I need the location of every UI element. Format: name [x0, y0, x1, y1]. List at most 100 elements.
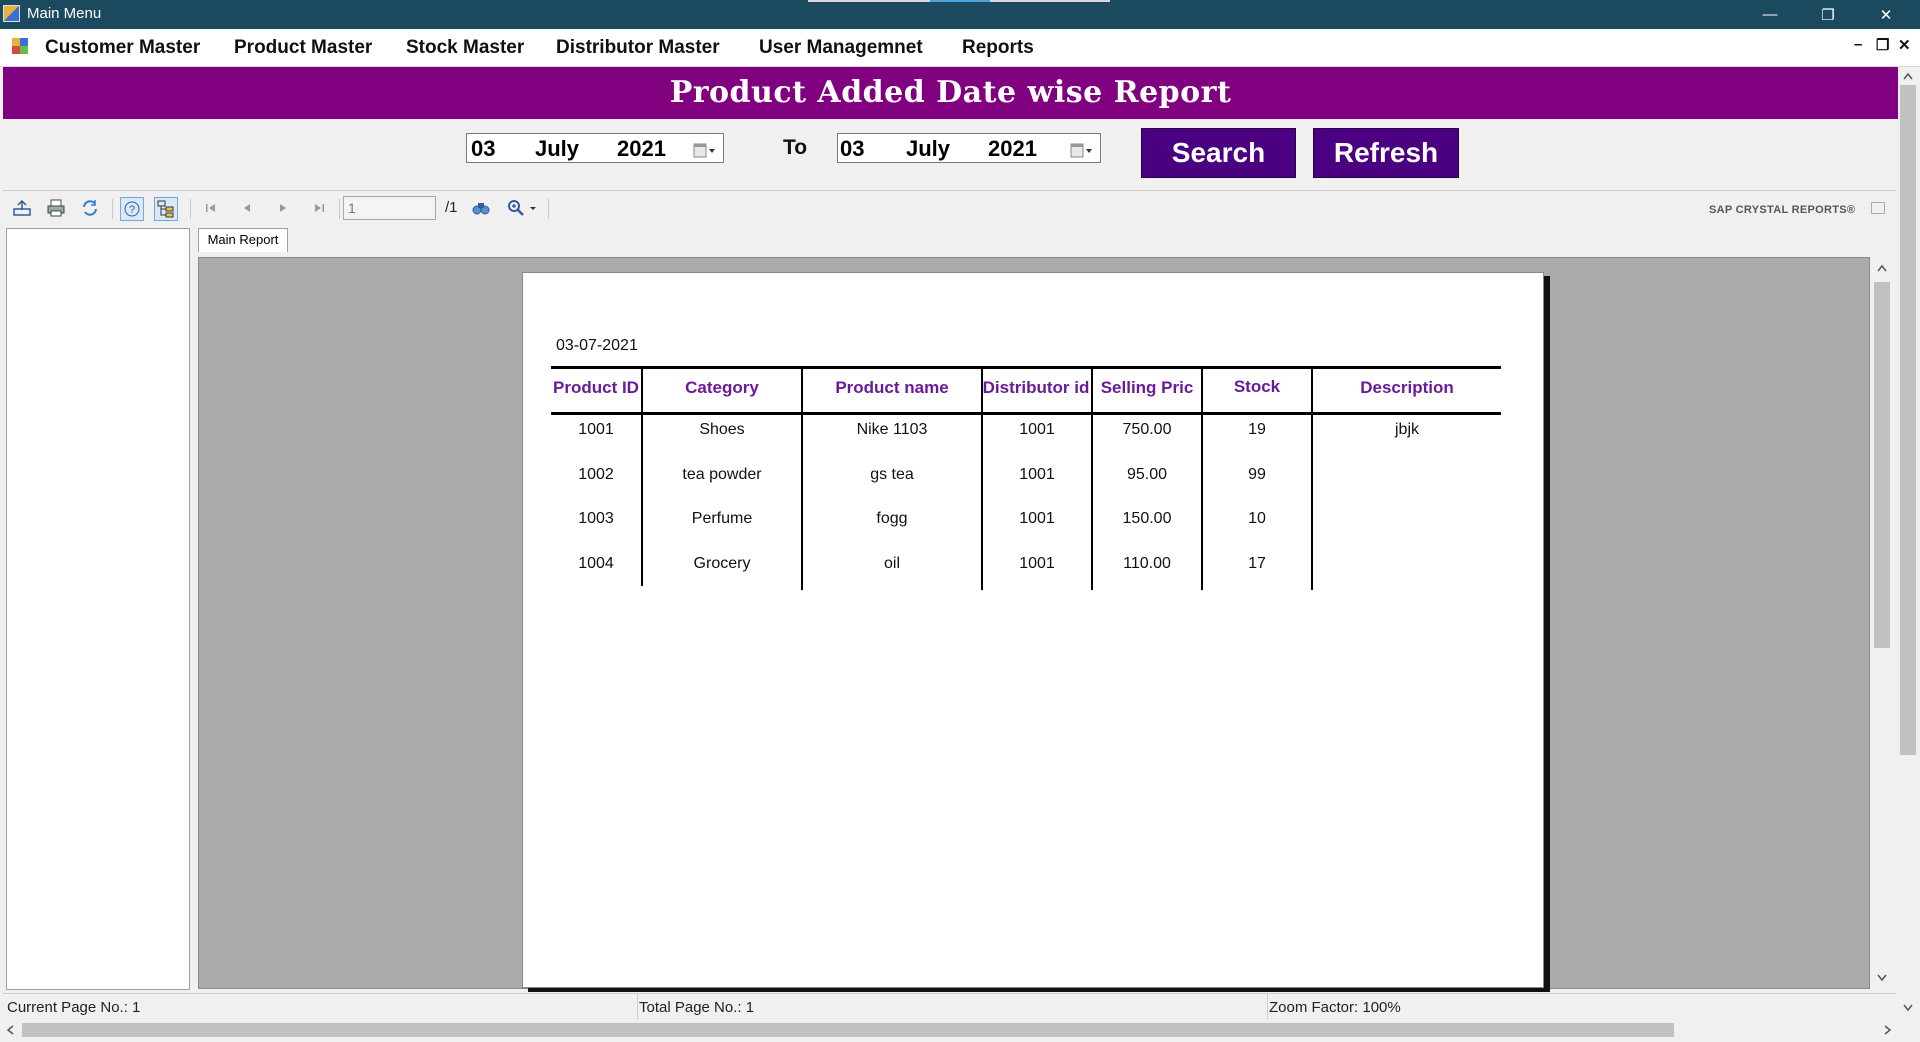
menu-stock-master[interactable]: Stock Master: [406, 37, 524, 59]
header-bottom-rule: [551, 412, 1501, 415]
menu-user-management[interactable]: User Managemnet: [759, 37, 923, 59]
close-button[interactable]: ✕: [1857, 0, 1915, 29]
from-date-picker[interactable]: 03 July 2021: [466, 133, 724, 163]
scroll-down-icon[interactable]: [1875, 970, 1889, 989]
cell-selling-price: 750.00: [1122, 421, 1172, 438]
form-vertical-scroll-thumb[interactable]: [1900, 85, 1916, 755]
column-header-product-name: Product name: [835, 378, 949, 397]
menu-distributor-master[interactable]: Distributor Master: [556, 37, 720, 59]
cell-distributor-id: 1001: [1019, 466, 1055, 483]
mdi-close-button[interactable]: ✕: [1898, 36, 1911, 54]
cell-category: Shoes: [699, 421, 745, 438]
to-date-picker[interactable]: 03 July 2021: [837, 133, 1101, 163]
export-icon[interactable]: [11, 197, 33, 219]
svg-text:?: ?: [129, 204, 135, 216]
from-year: 2021: [617, 136, 666, 161]
menu-reports[interactable]: Reports: [962, 37, 1034, 59]
column-header-selling-price: Selling Pric: [1100, 378, 1194, 397]
refresh-icon[interactable]: [79, 197, 101, 219]
banner-title: Product Added Date wise Report: [669, 75, 1232, 110]
to-day: 03: [840, 136, 865, 161]
column-divider: [1311, 366, 1313, 590]
page-total: /1: [445, 199, 458, 216]
scroll-up-icon[interactable]: [1875, 262, 1889, 281]
scroll-left-icon[interactable]: [4, 1023, 18, 1042]
mdi-minimize-button[interactable]: –: [1854, 36, 1862, 53]
zoom-factor-status: Zoom Factor: 100%: [1269, 999, 1401, 1016]
mdi-restore-button[interactable]: ❐: [1876, 36, 1889, 54]
menu-customer-master[interactable]: Customer Master: [45, 37, 200, 59]
find-icon[interactable]: [470, 197, 492, 219]
column-header-product-id: Product ID: [553, 378, 639, 397]
cell-product-id: 1002: [578, 466, 614, 483]
prev-page-icon[interactable]: [236, 197, 258, 219]
toolbar-separator: [339, 199, 340, 219]
scroll-up-icon[interactable]: [1901, 70, 1915, 89]
cell-category: Grocery: [693, 555, 751, 572]
report-vertical-scroll-thumb[interactable]: [1874, 282, 1890, 648]
status-bar: Current Page No.: 1 Total Page No.: 1 Zo…: [3, 993, 1896, 1019]
cell-product-name: Nike 1103: [856, 421, 928, 438]
from-day: 03: [471, 136, 496, 161]
column-header-stock: Stock: [1233, 377, 1281, 396]
status-divider: [1267, 994, 1268, 1019]
first-page-icon[interactable]: [200, 197, 222, 219]
close-viewer-icon[interactable]: [1871, 202, 1885, 214]
column-header-distributor-id: Distributor id: [982, 378, 1090, 397]
cell-distributor-id: 1001: [1019, 555, 1055, 572]
last-page-icon[interactable]: [308, 197, 330, 219]
minimize-button[interactable]: —: [1741, 0, 1799, 29]
help-icon[interactable]: ?: [120, 197, 144, 221]
report-date: 03-07-2021: [556, 337, 638, 354]
page-number-input[interactable]: 1: [343, 196, 436, 220]
cell-selling-price: 110.00: [1123, 555, 1171, 572]
form-horizontal-scroll-thumb[interactable]: [22, 1023, 1674, 1037]
report-banner: Product Added Date wise Report: [3, 67, 1898, 119]
from-month: July: [535, 136, 580, 161]
cell-selling-price: 150.00: [1122, 510, 1172, 527]
title-bar-indicator-active: [930, 0, 990, 2]
mdi-app-icon: [12, 38, 28, 54]
group-tree-panel[interactable]: [6, 228, 190, 990]
cell-distributor-id: 1001: [1019, 510, 1055, 527]
cell-category: tea powder: [682, 466, 762, 483]
group-tree-icon[interactable]: [154, 197, 178, 221]
tab-main-report[interactable]: Main Report: [198, 228, 288, 252]
scroll-right-icon[interactable]: [1880, 1023, 1894, 1042]
search-button[interactable]: Search: [1141, 128, 1296, 178]
cell-product-id: 1003: [578, 510, 614, 527]
crystal-reports-brand: SAP CRYSTAL REPORTS®: [1709, 204, 1856, 216]
cell-stock: 99: [1248, 466, 1266, 483]
total-page-status: Total Page No.: 1: [639, 999, 755, 1016]
calendar-dropdown-icon[interactable]: [693, 140, 717, 158]
cell-selling-price: 95.00: [1126, 466, 1168, 483]
toolbar-separator: [548, 199, 549, 219]
column-header-category: Category: [685, 378, 759, 397]
app-icon: [3, 5, 20, 22]
to-month: July: [906, 136, 951, 161]
header-top-rule: [551, 366, 1501, 369]
window-title: Main Menu: [27, 5, 102, 22]
viewer-toolbar: ? /1 SAP CRYSTAL REPORTS®: [3, 191, 1896, 225]
menu-product-master[interactable]: Product Master: [234, 37, 372, 59]
toolbar-separator: [190, 199, 191, 219]
refresh-button[interactable]: Refresh: [1313, 128, 1459, 178]
cell-stock: 10: [1248, 510, 1266, 527]
cell-description: jbjk: [1394, 421, 1419, 438]
calendar-dropdown-icon[interactable]: [1070, 140, 1094, 158]
restore-button[interactable]: ❐: [1799, 0, 1857, 29]
cell-product-name: gs tea: [870, 466, 914, 483]
cell-product-name: oil: [883, 555, 900, 572]
cell-stock: 17: [1248, 555, 1266, 572]
window-title-bar: Main Menu — ❐ ✕: [0, 0, 1920, 29]
zoom-icon[interactable]: [506, 197, 540, 219]
scroll-down-icon[interactable]: [1901, 1000, 1915, 1019]
print-icon[interactable]: [45, 197, 67, 219]
cell-product-name: fogg: [876, 510, 908, 527]
next-page-icon[interactable]: [272, 197, 294, 219]
current-page-status: Current Page No.: 1: [7, 999, 141, 1016]
menu-bar: Customer Master Product Master Stock Mas…: [0, 29, 1920, 67]
cell-product-id: 1001: [578, 421, 614, 438]
status-divider: [637, 994, 638, 1019]
column-header-description: Description: [1360, 378, 1454, 397]
